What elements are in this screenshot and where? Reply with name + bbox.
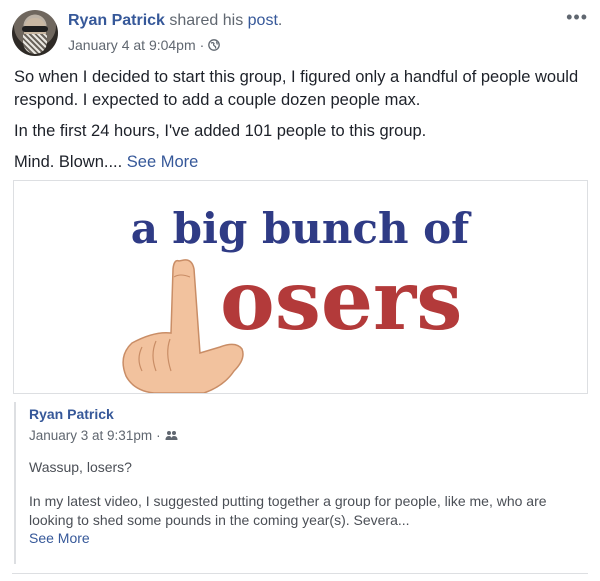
post-paragraph-1: So when I decided to start this group, I… — [14, 68, 579, 109]
bottom-divider — [12, 573, 588, 574]
quoted-see-more-link[interactable]: See More — [29, 530, 90, 546]
quoted-meta-separator: · — [156, 428, 161, 443]
group-icon[interactable] — [165, 430, 178, 441]
author-line: Ryan Patrick shared his post. — [68, 12, 282, 30]
post-header: Ryan Patrick shared his post. January 4 … — [12, 8, 588, 58]
post-meta: January 4 at 9:04pm · — [68, 37, 221, 53]
post-paragraph-2: In the first 24 hours, I've added 101 pe… — [14, 122, 427, 140]
post-timestamp[interactable]: January 4 at 9:04pm — [68, 37, 196, 53]
graphic-big-word: osers — [220, 253, 462, 349]
shared-text: shared his — [164, 12, 248, 29]
meta-separator: · — [199, 37, 205, 53]
attachment-image[interactable]: a big bunch of osers — [13, 180, 588, 394]
quoted-author-name[interactable]: Ryan Patrick — [29, 406, 114, 422]
avatar-beard — [23, 34, 47, 54]
author-avatar[interactable] — [12, 10, 58, 56]
graphic-headline: a big bunch of — [131, 204, 472, 253]
post-last-text: Mind. Blown.... — [14, 153, 127, 171]
post-paragraph-3: Mind. Blown.... See More — [14, 151, 584, 174]
quoted-text-body: In my latest video, I suggested putting … — [29, 493, 547, 528]
quoted-timestamp[interactable]: January 3 at 9:31pm — [29, 428, 152, 443]
see-more-link[interactable]: See More — [127, 153, 199, 171]
losers-graphic: a big bunch of osers — [122, 204, 472, 393]
author-name-link[interactable]: Ryan Patrick — [68, 12, 165, 29]
globe-icon[interactable] — [208, 39, 221, 51]
post-punct: . — [277, 12, 283, 29]
quoted-post: Ryan Patrick January 3 at 9:31pm · Wassu… — [14, 402, 588, 564]
post-link[interactable]: post — [248, 12, 278, 29]
more-options-icon[interactable]: ••• — [566, 8, 588, 26]
quoted-text-greeting: Wassup, losers? — [29, 459, 132, 475]
post-body: So when I decided to start this group, I… — [14, 66, 584, 182]
quoted-meta: January 3 at 9:31pm · — [29, 428, 178, 443]
avatar-glasses — [22, 26, 48, 32]
